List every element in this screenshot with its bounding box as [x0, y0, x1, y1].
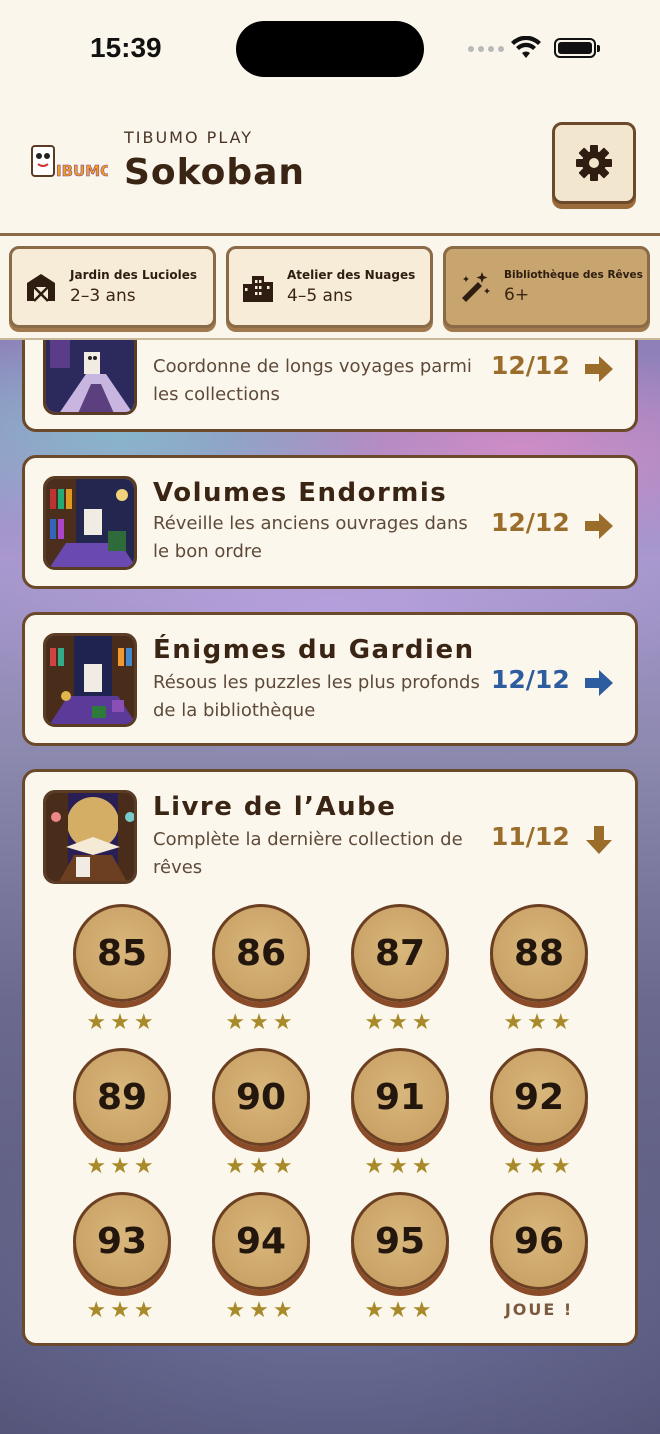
level-button-95[interactable]: 95 ★★★	[351, 1192, 451, 1323]
arrow-right-icon	[585, 356, 613, 382]
level-number: 89	[96, 1076, 148, 1118]
collection-card-enigmes[interactable]: Énigmes du Gardien Résous les puzzles le…	[22, 612, 638, 746]
level-coin: 85	[73, 904, 171, 1002]
level-coin: 94	[212, 1192, 310, 1290]
level-number: 88	[513, 932, 565, 974]
level-coin: 93	[73, 1192, 171, 1290]
level-stars: ★★★	[364, 1298, 436, 1323]
gear-icon	[576, 145, 612, 181]
level-button-90[interactable]: 90 ★★★	[212, 1048, 312, 1179]
collection-title: Livre de l’Aube	[153, 792, 397, 822]
age-tabs: Jardin des Lucioles 2–3 ans Atelier des …	[0, 236, 660, 340]
tab-atelier-des-nuages[interactable]: Atelier des Nuages 4–5 ans	[226, 246, 433, 328]
level-stars: ★★★	[225, 1154, 297, 1179]
collection-description: Réveille les anciens ouvrages dans le bo…	[153, 513, 468, 562]
level-number: 91	[374, 1076, 426, 1118]
collection-progress: 11/12	[491, 822, 570, 851]
tab-jardin-des-lucioles[interactable]: Jardin des Lucioles 2–3 ans	[9, 246, 216, 328]
battery-icon	[554, 38, 600, 58]
collection-progress: 12/12	[491, 665, 570, 694]
level-coin: 96	[490, 1192, 588, 1290]
collection-description: Coordonne de longs voyages parmi les col…	[153, 356, 472, 405]
play-label: JOUE !	[504, 1300, 574, 1319]
brand-subtitle: TIBUMO PLAY	[124, 128, 254, 147]
level-button-93[interactable]: 93 ★★★	[73, 1192, 173, 1323]
level-stars: ★★★	[503, 1010, 575, 1035]
level-button-88[interactable]: 88 ★★★	[490, 904, 590, 1035]
level-button-85[interactable]: 85 ★★★	[73, 904, 173, 1035]
level-button-96[interactable]: 96 JOUE !	[490, 1192, 590, 1322]
collection-description: Complète la dernière collection de rêves	[153, 829, 463, 878]
tab-bibliotheque-des-reves[interactable]: Bibliothèque des Rêves 6+	[443, 246, 650, 328]
collection-thumbnail	[43, 790, 137, 884]
settings-button[interactable]	[552, 122, 636, 204]
dynamic-island	[236, 21, 424, 77]
level-coin: 87	[351, 904, 449, 1002]
collection-description: Résous les puzzles les plus profonds de …	[153, 672, 480, 721]
level-button-86[interactable]: 86 ★★★	[212, 904, 312, 1035]
magic-wand-icon	[462, 272, 490, 302]
app-header: 15:39 IBUMO TIBUMO PLAY Sokoban	[0, 0, 660, 236]
level-number: 86	[235, 932, 287, 974]
tab-label: Atelier des Nuages	[287, 268, 416, 282]
level-stars: ★★★	[225, 1298, 297, 1323]
level-stars: ★★★	[503, 1154, 575, 1179]
tibumo-logo: IBUMO	[31, 145, 108, 180]
tab-label: Jardin des Lucioles	[70, 268, 198, 282]
wifi-icon	[511, 36, 541, 58]
tab-age: 2–3 ans	[70, 286, 136, 306]
level-coin: 90	[212, 1048, 310, 1146]
tab-age: 6+	[504, 285, 530, 305]
level-stars: ★★★	[86, 1154, 158, 1179]
svg-text:IBUMO: IBUMO	[56, 162, 108, 180]
barn-icon	[27, 274, 55, 302]
level-coin: 91	[351, 1048, 449, 1146]
collection-progress: 12/12	[491, 508, 570, 537]
arrow-right-icon	[585, 670, 613, 696]
level-number: 93	[96, 1220, 148, 1262]
page-title: Sokoban	[124, 152, 306, 193]
collection-thumbnail	[43, 476, 137, 570]
collection-progress: 12/12	[491, 351, 570, 380]
level-button-92[interactable]: 92 ★★★	[490, 1048, 590, 1179]
level-stars: ★★★	[86, 1010, 158, 1035]
collection-card-volumes[interactable]: Volumes Endormis Réveille les anciens ou…	[22, 455, 638, 589]
collection-title: Énigmes du Gardien	[153, 635, 475, 665]
arrow-right-icon	[585, 513, 613, 539]
level-number: 92	[513, 1076, 565, 1118]
tab-age: 4–5 ans	[287, 286, 353, 306]
level-button-94[interactable]: 94 ★★★	[212, 1192, 312, 1323]
cellular-signal-icon	[468, 46, 504, 52]
level-coin: 86	[212, 904, 310, 1002]
level-coin: 95	[351, 1192, 449, 1290]
collection-title: Volumes Endormis	[153, 478, 448, 508]
level-coin: 92	[490, 1048, 588, 1146]
level-button-89[interactable]: 89 ★★★	[73, 1048, 173, 1179]
level-stars: ★★★	[225, 1010, 297, 1035]
level-number: 87	[374, 932, 426, 974]
status-time: 15:39	[90, 32, 162, 63]
arrow-down-icon	[586, 826, 612, 854]
level-coin: 88	[490, 904, 588, 1002]
collection-thumbnail	[43, 633, 137, 727]
level-number: 96	[513, 1220, 565, 1262]
level-number: 90	[235, 1076, 287, 1118]
level-number: 94	[235, 1220, 287, 1262]
level-button-91[interactable]: 91 ★★★	[351, 1048, 451, 1179]
level-stars: ★★★	[86, 1298, 158, 1323]
level-button-87[interactable]: 87 ★★★	[351, 904, 451, 1035]
level-stars: ★★★	[364, 1010, 436, 1035]
level-number: 95	[374, 1220, 426, 1262]
level-coin: 89	[73, 1048, 171, 1146]
level-stars: ★★★	[364, 1154, 436, 1179]
city-icon	[243, 276, 273, 302]
tab-label: Bibliothèque des Rêves	[504, 269, 643, 281]
collection-card-aube[interactable]: Livre de l’Aube Complète la dernière col…	[22, 769, 638, 1346]
level-number: 85	[96, 932, 148, 974]
